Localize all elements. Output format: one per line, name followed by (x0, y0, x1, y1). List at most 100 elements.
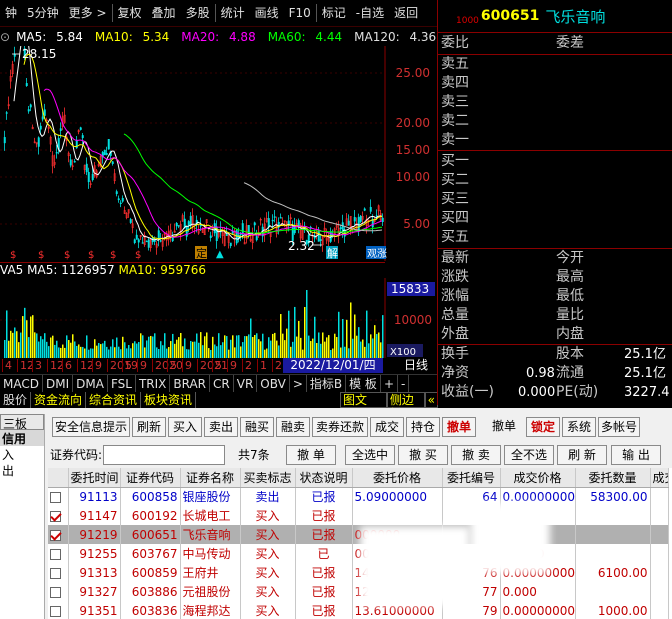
row-checkbox[interactable] (48, 544, 69, 563)
rixian-label[interactable]: 日线 (396, 358, 436, 373)
row-checkbox[interactable] (48, 506, 69, 525)
list-btn-5[interactable]: 刷 新 (557, 445, 607, 465)
checkbox-icon[interactable] (50, 567, 61, 579)
indicator-tab-4[interactable]: TRIX (136, 374, 171, 393)
event-marker[interactable]: $ (38, 250, 44, 261)
trade-btn-3[interactable]: 卖出 (204, 417, 238, 437)
list-btn-3[interactable]: 撤 卖 (451, 445, 501, 465)
event-marker[interactable]: $ (88, 250, 94, 261)
indicator-tab-1[interactable]: DMI (43, 374, 74, 393)
indicator-tab-12[interactable]: + (381, 374, 398, 393)
list-btn-1[interactable]: 全选中 (345, 445, 395, 465)
toolbar-item-6[interactable]: 统计 (216, 0, 250, 27)
indicator-tab-9[interactable]: > (290, 374, 307, 393)
toolbar-item-1[interactable]: 5分钟 (22, 0, 64, 27)
indicator-tab-3[interactable]: FSL (108, 374, 136, 393)
toolbar-item-9[interactable]: 标记 (317, 0, 351, 27)
list-btn-4[interactable]: 全不选 (504, 445, 554, 465)
indicator-tab-8[interactable]: OBV (257, 374, 290, 393)
jie-marker[interactable]: 解 (326, 246, 338, 260)
event-marker[interactable]: $ (64, 250, 70, 261)
checkbox-icon[interactable] (50, 529, 61, 541)
indicator-tab-13[interactable]: - (398, 374, 410, 393)
toolbar-item-10[interactable]: -自选 (351, 0, 389, 27)
tab-xinyong[interactable]: 信用 (0, 430, 44, 446)
col-header-5[interactable]: 委托价格 (352, 468, 443, 488)
trade-btn-1[interactable]: 刷新 (132, 417, 166, 437)
guanzhang-marker[interactable]: 观涨 (366, 246, 387, 260)
col-header-2[interactable]: 证券名称 (180, 468, 241, 488)
checkbox-icon[interactable] (50, 605, 61, 617)
row-checkbox[interactable] (48, 563, 69, 582)
tab-sanban[interactable]: 三板 (0, 414, 44, 431)
toolbar-item-8[interactable]: F10 (284, 0, 316, 27)
trade-btn-5[interactable]: 融卖 (276, 417, 310, 437)
indicator-tab-10[interactable]: 指标B (307, 374, 347, 393)
row-checkbox[interactable] (48, 601, 69, 619)
event-marker[interactable]: $ (135, 250, 141, 261)
indicator-tab-5[interactable]: BRAR (170, 374, 211, 393)
col-header-8[interactable]: 委托数量 (575, 468, 651, 488)
code-input[interactable] (103, 445, 225, 465)
table-row[interactable]: 91147 600192 长城电工 买入 已报 (48, 506, 669, 525)
trade-btn-6[interactable]: 卖券还款 (312, 417, 368, 437)
info-tab-3[interactable]: 板块资讯 (141, 392, 197, 408)
trade-btn-2[interactable]: 买入 (168, 417, 202, 437)
checkbox-icon[interactable] (50, 510, 61, 522)
right-tab-1[interactable]: 侧边栏 (386, 392, 425, 421)
nav-sell[interactable]: 出 (0, 462, 44, 478)
trade-btn-8[interactable]: 持仓 (406, 417, 440, 437)
kline-chart[interactable]: 25.00 20.00 15.00 10.00 5.00 28.15 2.32 $ $ $ $ $ $ 定… (0, 46, 437, 261)
table-row[interactable]: 91255603767中马传动买入已000000740.0000 (48, 544, 669, 563)
col-header-6[interactable]: 委托编号 (442, 468, 501, 488)
row-checkbox[interactable] (48, 487, 69, 506)
list-btn-2[interactable]: 撤 买 (398, 445, 448, 465)
event-marker[interactable]: $ (110, 250, 116, 261)
table-row[interactable]: 91313600859王府井买入已报14.00000000760.0000000… (48, 563, 669, 582)
toolbar-item-5[interactable]: 多股 (181, 0, 215, 27)
col-header-0[interactable]: 委托时间 (68, 468, 121, 488)
volume-chart[interactable]: 15833 10000 X100 (0, 278, 437, 358)
list-btn-0[interactable]: 撤 单 (286, 445, 336, 465)
col-header-7[interactable]: 成交价格 (500, 468, 576, 488)
ding-marker[interactable]: 定 (195, 246, 207, 260)
toolbar-item-4[interactable]: 叠加 (147, 0, 181, 27)
col-header-4[interactable]: 状态说明 (295, 468, 353, 488)
table-row[interactable]: 91219600651飞乐音响买入已报00000071 (48, 525, 669, 544)
col-header-3[interactable]: 买卖标志 (240, 468, 296, 488)
trade-btn-9[interactable]: 撤单 (442, 417, 476, 437)
toolbar-item-0[interactable]: 钟 (0, 0, 22, 27)
event-marker[interactable]: $ (10, 250, 16, 261)
checkbox-icon[interactable] (50, 491, 61, 503)
info-tab-1[interactable]: 资金流向 (31, 392, 87, 408)
checkbox-icon[interactable] (50, 586, 61, 598)
info-tab-0[interactable]: 股价 (0, 392, 32, 408)
trade-btn-7[interactable]: 成交 (370, 417, 404, 437)
trade-btn-10[interactable]: 撤单 (484, 417, 524, 437)
col-header-1[interactable]: 证券代码 (120, 468, 181, 488)
toolbar-item-11[interactable]: 返回 (389, 0, 423, 27)
trade-btn-11[interactable]: 锁定 (526, 417, 560, 437)
indicator-tab-7[interactable]: VR (234, 374, 258, 393)
trade-btn-4[interactable]: 融买 (240, 417, 274, 437)
table-row[interactable]: 91113 600858 银座股份 卖出 已报 5.09000000 64 0.0000000… (48, 487, 669, 506)
row-checkbox[interactable] (48, 525, 69, 544)
toolbar-item-3[interactable]: 复权 (113, 0, 147, 27)
trade-btn-0[interactable]: 安全信息提示 (52, 417, 130, 437)
indicator-tab-11[interactable]: 模 板 (346, 374, 381, 393)
checkbox-icon[interactable] (50, 548, 61, 560)
table-row[interactable]: 91327603886元祖股份买入已报12.61000000770.000 (48, 582, 669, 601)
list-btn-6[interactable]: 输 出 (611, 445, 661, 465)
toolbar-item-7[interactable]: 画线 (250, 0, 284, 27)
indicator-tab-2[interactable]: DMA (73, 374, 108, 393)
table-row[interactable]: 91351 603836 海程邦达 买入 已报 13.61000000 79 0.000000… (48, 601, 669, 619)
nav-buy[interactable]: 入 (0, 446, 44, 462)
col-header-9[interactable]: 成交 (650, 468, 669, 488)
right-tab-0[interactable]: 图文F10 (340, 392, 387, 421)
row-checkbox[interactable] (48, 582, 69, 601)
settings-icon[interactable]: ⊙ (0, 30, 10, 44)
toolbar-item-2[interactable]: 更多 > (64, 0, 112, 27)
info-tab-2[interactable]: 综合资讯 (86, 392, 142, 408)
trade-btn-13[interactable]: 多帐号 (598, 417, 640, 437)
trade-btn-12[interactable]: 系统 (562, 417, 596, 437)
